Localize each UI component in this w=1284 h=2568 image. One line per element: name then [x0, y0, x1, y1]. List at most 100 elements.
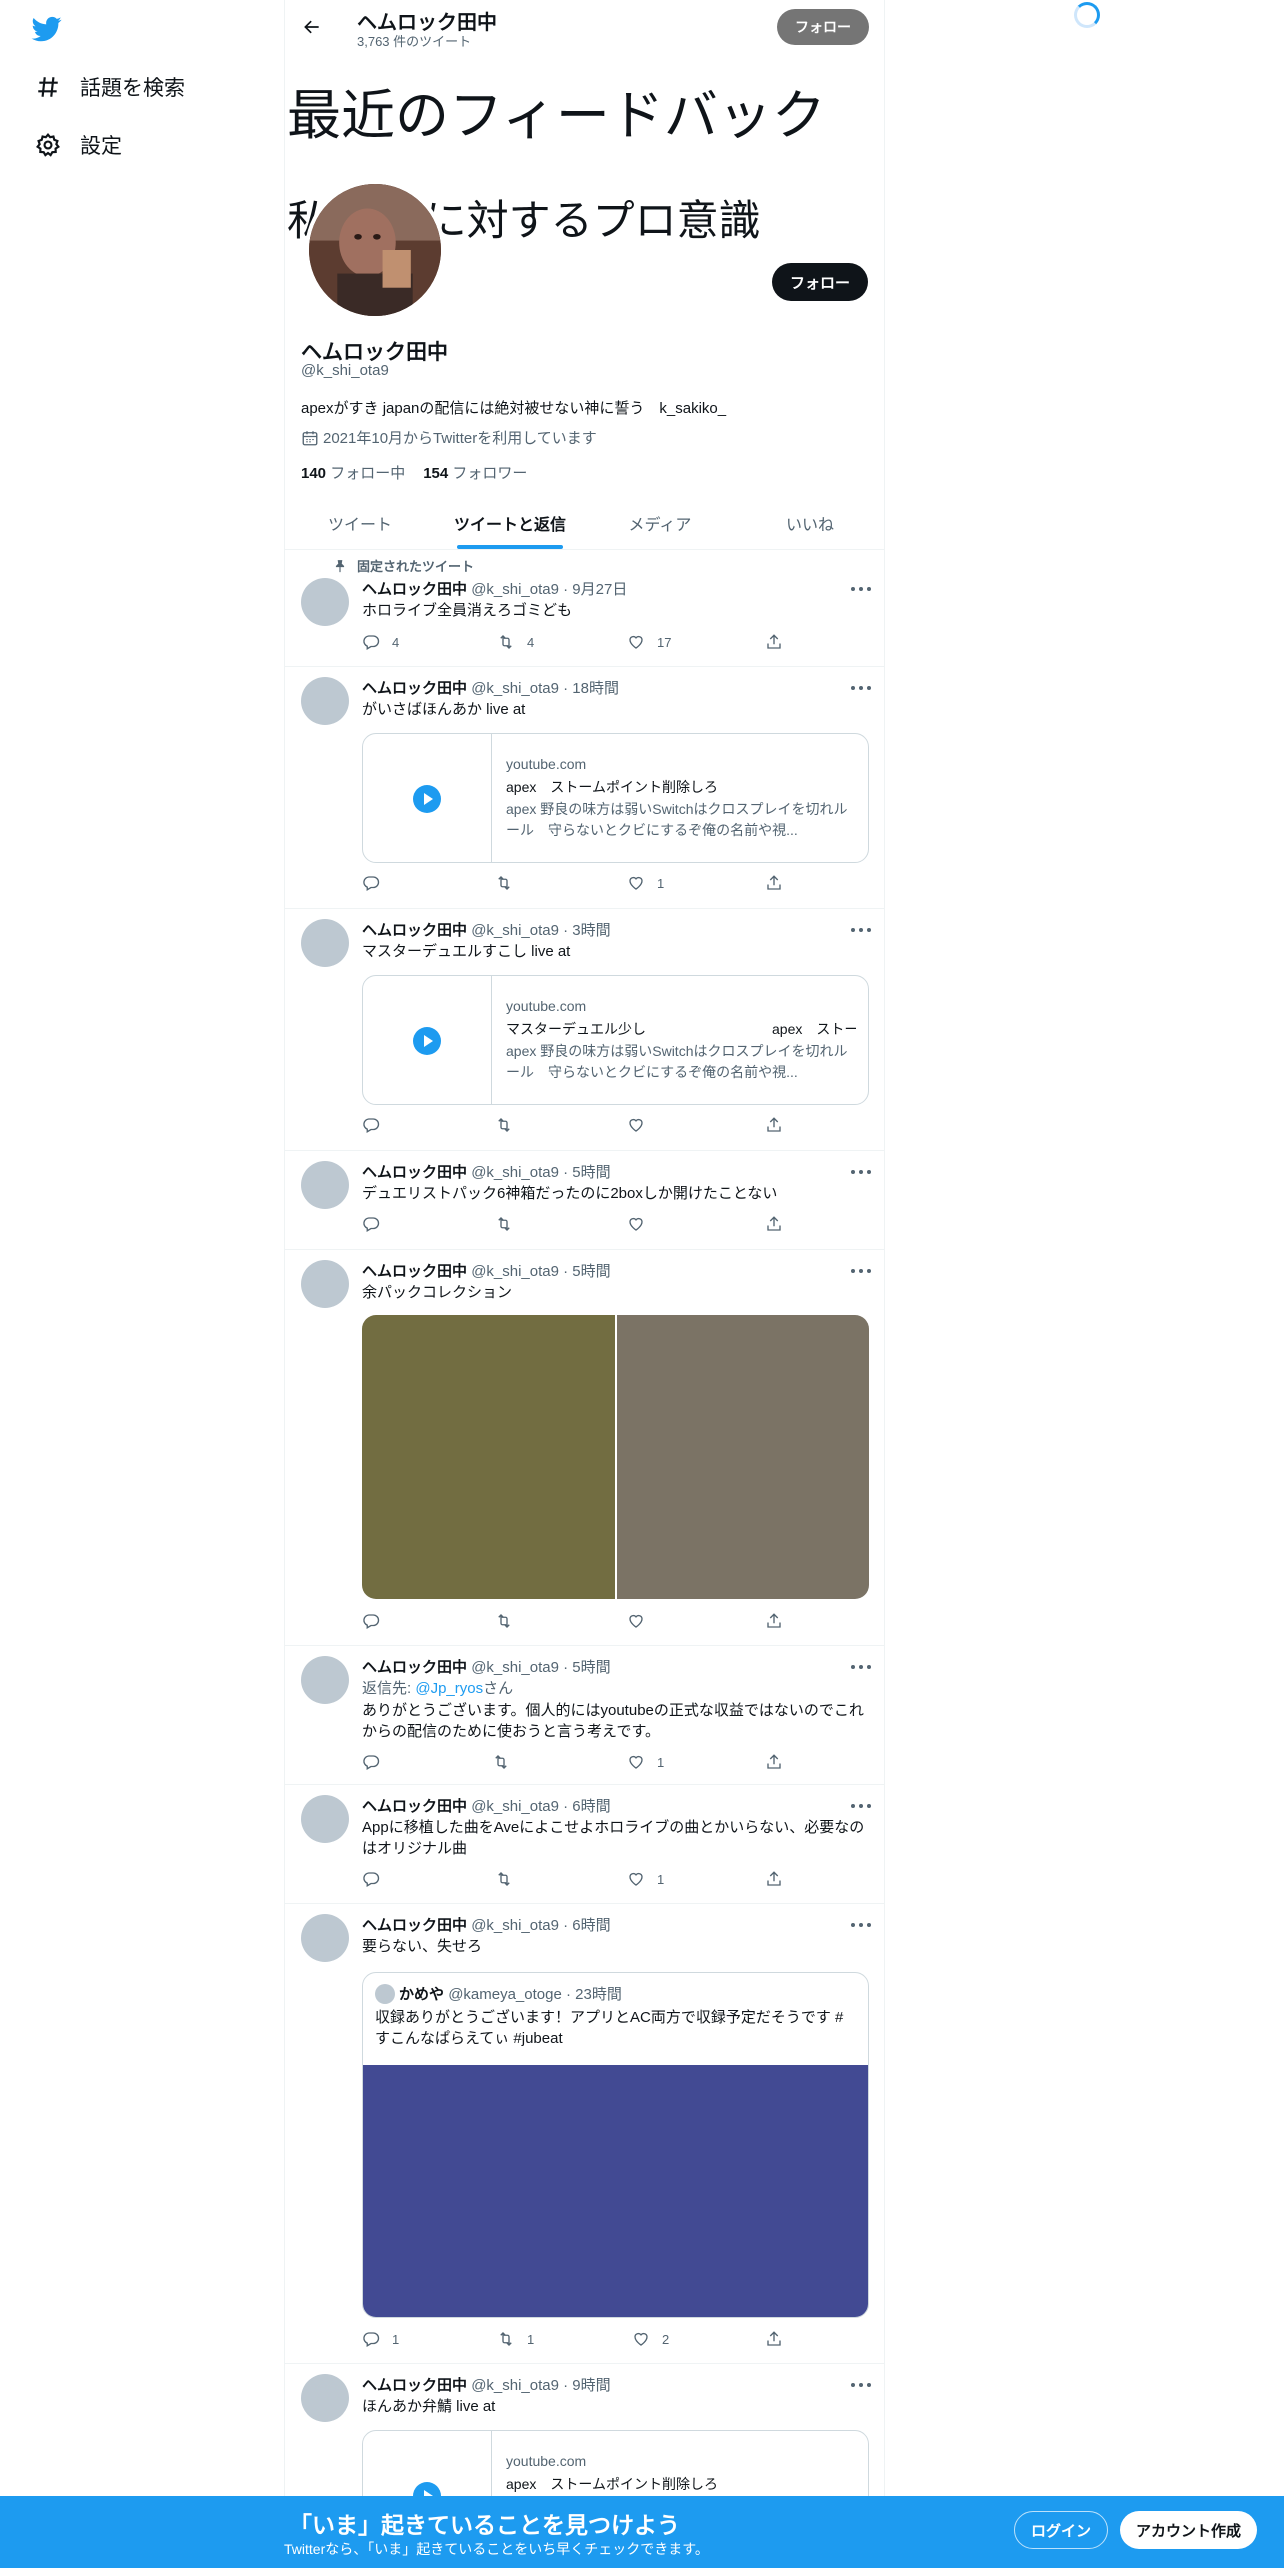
header-follow-button[interactable]: フォロー	[777, 9, 869, 45]
tweet-avatar[interactable]	[301, 919, 349, 967]
retweet-button[interactable]	[495, 1215, 525, 1233]
tab-tweets[interactable]: ツイート	[285, 497, 435, 549]
quoted-tweet[interactable]: かめや @kameya_otoge · 23時間 収録ありがとうございます！アプ…	[362, 1972, 869, 2318]
reply-button[interactable]	[362, 874, 392, 892]
like-button[interactable]: 17	[627, 633, 671, 651]
retweet-button[interactable]	[495, 1870, 525, 1888]
tweet-author-name[interactable]: ヘムロック田中	[362, 1917, 467, 1934]
following-link[interactable]: 140 フォロー中	[301, 465, 405, 482]
profile-avatar[interactable]	[305, 180, 445, 320]
share-button[interactable]	[765, 874, 795, 892]
tab-likes[interactable]: いいね	[735, 497, 884, 549]
more-options-icon[interactable]	[851, 1804, 871, 1810]
tweet-avatar[interactable]	[301, 1914, 349, 1962]
more-options-icon[interactable]	[851, 2383, 871, 2389]
like-button[interactable]: 1	[627, 1870, 664, 1888]
reply-to-link[interactable]: @Jp_ryos	[415, 1680, 483, 1697]
back-arrow-icon[interactable]	[299, 14, 325, 40]
tweet[interactable]: 固定されたツイート ヘムロック田中 @k_shi_ota9 · 9月27日 ホロ…	[285, 550, 884, 667]
retweet-button[interactable]	[492, 1753, 522, 1771]
tweet-avatar[interactable]	[301, 1656, 349, 1704]
reply-context: 返信先: @Jp_ryosさん	[362, 1678, 872, 1699]
tweet-text: ほんあか弁鯖 live at	[362, 2398, 496, 2415]
more-options-icon[interactable]	[851, 1170, 871, 1176]
more-options-icon[interactable]	[851, 1923, 871, 1929]
tweet[interactable]: ヘムロック田中 @k_shi_ota9 · 5時間 デュエリストパック6神箱だっ…	[285, 1151, 884, 1250]
share-button[interactable]	[765, 1753, 795, 1771]
like-button[interactable]	[627, 1116, 657, 1134]
more-options-icon[interactable]	[851, 587, 871, 593]
link-card[interactable]: youtube.com apex ストームポイント削除しろ apex 野良の味方…	[362, 733, 869, 863]
tweet-photo[interactable]	[616, 1315, 869, 1599]
nav-settings-label: 設定	[80, 135, 122, 158]
tweet[interactable]: ヘムロック田中 @k_shi_ota9 · 5時間 返信先: @Jp_ryosさ…	[285, 1646, 884, 1785]
nav-settings[interactable]: 設定	[34, 130, 122, 160]
reply-button[interactable]	[362, 1753, 392, 1771]
tweet-author-name[interactable]: ヘムロック田中	[362, 2377, 467, 2394]
retweet-button[interactable]: 1	[497, 2330, 534, 2348]
reply-button[interactable]: 4	[362, 633, 399, 651]
tweet-media-grid[interactable]	[362, 1315, 869, 1599]
tweet-author-name[interactable]: ヘムロック田中	[362, 1164, 467, 1181]
more-options-icon[interactable]	[851, 1665, 871, 1671]
tweet-author-name[interactable]: ヘムロック田中	[362, 922, 467, 939]
share-button[interactable]	[765, 1116, 795, 1134]
reply-icon	[363, 1217, 380, 1232]
tweet-author-name[interactable]: ヘムロック田中	[362, 581, 467, 598]
tweet-actions: 1	[362, 874, 792, 894]
reply-icon	[363, 2332, 380, 2347]
like-button[interactable]: 1	[627, 874, 664, 892]
like-button[interactable]	[627, 1215, 657, 1233]
follow-button[interactable]: フォロー	[771, 263, 868, 301]
tweet-avatar[interactable]	[301, 578, 349, 626]
reply-button[interactable]	[362, 1612, 392, 1630]
like-button[interactable]: 1	[627, 1753, 664, 1771]
retweet-button[interactable]: 4	[497, 633, 534, 651]
tweet[interactable]: ヘムロック田中 @k_shi_ota9 · 5時間 余パックコレクション	[285, 1250, 884, 1646]
tweet-meta: @k_shi_ota9 · 9月27日	[471, 581, 628, 598]
share-button[interactable]	[765, 1612, 795, 1630]
tab-media[interactable]: メディア	[585, 497, 735, 549]
quoted-media[interactable]	[363, 2065, 868, 2317]
tweet[interactable]: ヘムロック田中 @k_shi_ota9 · 18時間 がいさばほんあか live…	[285, 667, 884, 909]
more-options-icon[interactable]	[851, 686, 871, 692]
login-button[interactable]: ログイン	[1014, 2511, 1109, 2549]
tweet-author-name[interactable]: ヘムロック田中	[362, 1659, 467, 1676]
more-options-icon[interactable]	[851, 928, 871, 934]
like-button[interactable]	[627, 1612, 657, 1630]
nav-explore[interactable]: 話題を検索	[34, 72, 185, 102]
tweet-author-name[interactable]: ヘムロック田中	[362, 680, 467, 697]
share-button[interactable]	[765, 2330, 795, 2348]
tweet[interactable]: ヘムロック田中 @k_shi_ota9 · 6時間 Appに移植した曲をAveに…	[285, 1785, 884, 1904]
more-options-icon[interactable]	[851, 1269, 871, 1275]
share-button[interactable]	[765, 1870, 795, 1888]
reply-button[interactable]	[362, 1116, 392, 1134]
tweet-avatar[interactable]	[301, 2374, 349, 2422]
tweet[interactable]: ヘムロック田中 @k_shi_ota9 · 6時間 要らない、失せろ かめや @…	[285, 1904, 884, 2364]
share-button[interactable]	[765, 633, 795, 651]
link-card[interactable]: youtube.com マスターデュエル少し apex ストームポイント削除しろ…	[362, 975, 869, 1105]
tweet-avatar[interactable]	[301, 1795, 349, 1843]
tweet-photo[interactable]	[362, 1315, 615, 1599]
tab-tweets-and-replies[interactable]: ツイートと返信	[435, 497, 585, 549]
tweet-author-name[interactable]: ヘムロック田中	[362, 1798, 467, 1815]
signup-button[interactable]: アカウント作成	[1120, 2511, 1258, 2549]
reply-button[interactable]	[362, 1870, 392, 1888]
quoted-author-name: かめや	[399, 1986, 445, 2003]
share-button[interactable]	[765, 1215, 795, 1233]
tweet-meta: @k_shi_ota9 · 9時間	[471, 2377, 611, 2394]
retweet-button[interactable]	[495, 1116, 525, 1134]
twitter-logo-icon[interactable]	[30, 14, 64, 44]
like-button[interactable]: 2	[632, 2330, 669, 2348]
share-icon	[767, 875, 781, 890]
followers-link[interactable]: 154 フォロワー	[423, 465, 527, 482]
reply-button[interactable]	[362, 1215, 392, 1233]
tweet-author-name[interactable]: ヘムロック田中	[362, 1263, 467, 1280]
tweet-avatar[interactable]	[301, 1260, 349, 1308]
tweet-avatar[interactable]	[301, 1161, 349, 1209]
reply-button[interactable]: 1	[362, 2330, 399, 2348]
tweet[interactable]: ヘムロック田中 @k_shi_ota9 · 3時間 マスターデュエルすこし li…	[285, 909, 884, 1151]
retweet-button[interactable]	[495, 1612, 525, 1630]
retweet-button[interactable]	[495, 874, 525, 892]
tweet-avatar[interactable]	[301, 677, 349, 725]
